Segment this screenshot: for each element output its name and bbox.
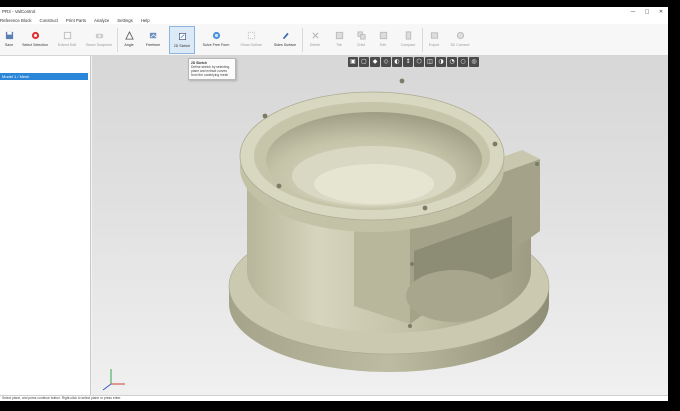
status-bar: Select plane, and press continue button.…	[0, 395, 668, 401]
connect-icon	[456, 31, 464, 40]
view-tool-button[interactable]: ◫	[425, 57, 435, 67]
tooltip-text: Define sketch by selecting plane and ext…	[191, 65, 230, 78]
tree-item-selected[interactable]: Model 1 / Mesh	[0, 73, 88, 80]
compare-icon	[405, 31, 411, 40]
view-tool-button[interactable]: ◆	[370, 57, 380, 67]
freeform-button[interactable]: Freeform	[141, 26, 165, 54]
tooltip: 2D Sketch Define sketch by selecting pla…	[188, 58, 236, 80]
angle-icon	[124, 31, 134, 40]
compare-button[interactable]: Compare	[396, 26, 420, 54]
sketch-icon	[178, 32, 186, 41]
ribbon-separator	[117, 28, 118, 52]
sketch-2d-button[interactable]: 2D Sketch	[169, 26, 195, 54]
view-tool-button[interactable]: ▣	[348, 57, 358, 67]
tile-button[interactable]: Tile	[330, 26, 348, 54]
3d-viewport[interactable]	[92, 56, 668, 395]
view-tool-button[interactable]: ◎	[469, 57, 479, 67]
connect-3d-button[interactable]: 3D Connect	[447, 26, 473, 54]
extend-edit-button[interactable]: Extend Edit	[54, 26, 80, 54]
child-button[interactable]: Child	[352, 26, 370, 54]
tile-icon	[335, 31, 343, 40]
surface-icon	[282, 32, 289, 40]
view-tool-button[interactable]: ⬡	[414, 57, 424, 67]
child-icon	[356, 31, 366, 40]
solve-free-form-button[interactable]: Solve Free Form	[200, 26, 232, 54]
ribbon-toolbar: Save Select Selection Extend Edit Beam S…	[0, 24, 668, 56]
menu-reference-block[interactable]: Reference Block	[0, 18, 32, 23]
view-tool-button[interactable]: ◔	[447, 57, 457, 67]
maximize-button[interactable]: □	[640, 7, 654, 16]
beam-snapshot-button[interactable]: Beam Snapshot	[83, 26, 115, 54]
export-button[interactable]: Export	[425, 26, 443, 54]
camera-icon	[95, 33, 103, 39]
ribbon-separator	[422, 28, 423, 52]
application-window: PR3 - ValControl — □ ✕ Reference Block C…	[0, 7, 668, 401]
select-selection-button[interactable]: Select Selection	[20, 26, 50, 54]
angle-button[interactable]: Angle	[120, 26, 138, 54]
menu-help[interactable]: Help	[141, 18, 150, 23]
title-bar: PR3 - ValControl — □ ✕	[0, 7, 668, 16]
view-tool-button[interactable]: ◇	[381, 57, 391, 67]
delete-button[interactable]: Delete	[306, 26, 324, 54]
window-controls: — □ ✕	[626, 7, 668, 16]
show-outline-button[interactable]: Show Outline	[236, 26, 266, 54]
menu-settings[interactable]: Settings	[117, 18, 133, 23]
export-icon	[430, 32, 438, 39]
window-title: PR3 - ValControl	[2, 9, 36, 14]
viewport-toolbar: ▣ ▢ ◆ ◇ ◐ ↕ ⬡ ◫ ◑ ◔ ○ ◎	[348, 57, 479, 68]
solve-icon	[212, 31, 220, 40]
edit-icon	[379, 31, 387, 40]
selection-icon	[31, 31, 39, 40]
save-icon	[5, 31, 13, 40]
save-button[interactable]: Save	[0, 26, 18, 54]
menu-analyze[interactable]: Analyze	[94, 18, 109, 23]
ribbon-separator	[302, 28, 303, 52]
sides-surface-button[interactable]: Sides Surface	[270, 26, 300, 54]
delete-icon	[311, 32, 319, 39]
menu-bar: Reference Block Construct Print Parts An…	[0, 16, 668, 24]
extend-icon	[63, 31, 71, 40]
close-button[interactable]: ✕	[654, 7, 668, 16]
view-tool-button[interactable]: ↕	[403, 57, 413, 67]
minimize-button[interactable]: —	[626, 7, 640, 16]
edit-button[interactable]: Edit	[374, 26, 392, 54]
freeform-icon	[149, 32, 156, 39]
menu-print-parts[interactable]: Print Parts	[66, 18, 86, 23]
right-black-border	[668, 7, 680, 401]
view-tool-button[interactable]: ▢	[359, 57, 369, 67]
part-render	[102, 78, 550, 391]
outline-icon	[247, 31, 255, 40]
view-tool-button[interactable]: ◐	[392, 57, 402, 67]
view-tool-button[interactable]: ◑	[436, 57, 446, 67]
menu-construct[interactable]: Construct	[40, 18, 58, 23]
model-tree-panel: Model 1 / Mesh	[0, 56, 91, 395]
view-tool-button[interactable]: ○	[458, 57, 468, 67]
